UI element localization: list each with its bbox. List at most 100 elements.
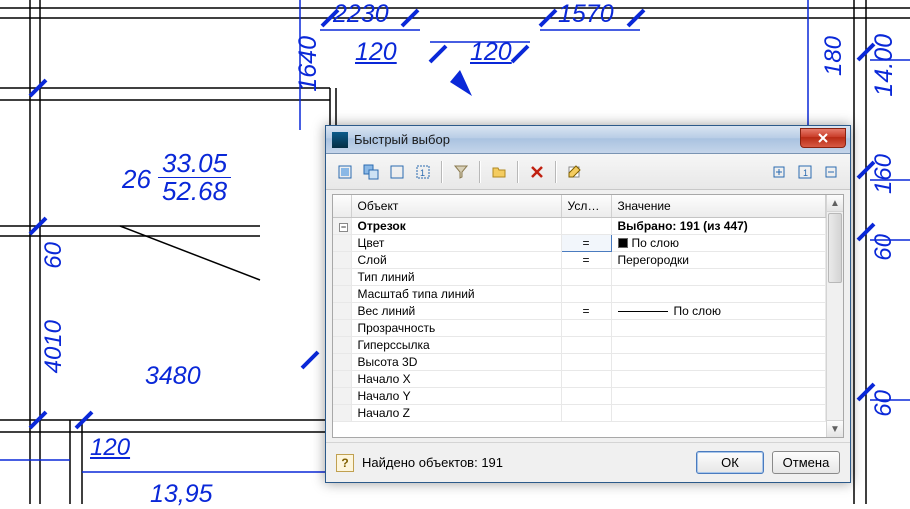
app-icon — [332, 132, 348, 148]
prop-label: Начало Z — [351, 404, 561, 421]
close-button[interactable] — [800, 128, 846, 148]
property-grid: Объект Услов... Значение − Отрезок Выбра… — [332, 194, 844, 438]
dim-26: 26 — [122, 164, 151, 195]
dim-2230: 2230 — [333, 0, 389, 29]
group-row[interactable]: − Отрезок Выбрано: 191 (из 447) — [333, 217, 826, 234]
prop-label: Начало X — [351, 370, 561, 387]
dim-120c: 120 — [90, 434, 130, 462]
close-icon — [817, 133, 829, 143]
dim-1400: 14.00 — [870, 34, 899, 97]
row-transparency[interactable]: Прозрачность — [333, 319, 826, 336]
select-none-button[interactable] — [386, 161, 408, 183]
dim-1570: 1570 — [558, 0, 614, 29]
column-headers: Объект Услов... Значение — [333, 195, 826, 217]
dim-1395: 13,95 — [150, 480, 213, 509]
svg-text:1: 1 — [803, 168, 808, 178]
row-start-x[interactable]: Начало X — [333, 370, 826, 387]
row-linetype[interactable]: Тип линий — [333, 268, 826, 285]
open-button[interactable] — [488, 161, 510, 183]
prop-label: Вес линий — [351, 302, 561, 319]
row-color[interactable]: Цвет = По слою — [333, 234, 826, 251]
row-layer[interactable]: Слой = Перегородки — [333, 251, 826, 268]
dim-4010: 4010 — [40, 320, 68, 373]
dim-120b: 120 — [470, 38, 512, 67]
value-cell[interactable] — [611, 319, 826, 336]
row-lineweight[interactable]: Вес линий = По слою — [333, 302, 826, 319]
value-cell[interactable] — [611, 404, 826, 421]
group-name: Отрезок — [351, 217, 561, 234]
col-value[interactable]: Значение — [611, 195, 826, 217]
value-cell[interactable] — [611, 353, 826, 370]
prop-label: Высота 3D — [351, 353, 561, 370]
cond-cell[interactable] — [561, 370, 611, 387]
scroll-thumb[interactable] — [828, 213, 842, 283]
prop-label: Масштаб типа линий — [351, 285, 561, 302]
select-all-button[interactable] — [360, 161, 382, 183]
cancel-button[interactable]: Отмена — [772, 451, 840, 474]
col-condition[interactable]: Услов... — [561, 195, 611, 217]
prop-label: Начало Y — [351, 387, 561, 404]
row-thickness[interactable]: Высота 3D — [333, 353, 826, 370]
dialog-footer: ? Найдено объектов: 191 ОК Отмена — [326, 442, 850, 482]
cond-cell[interactable] — [561, 336, 611, 353]
cond-cell[interactable]: = — [561, 302, 611, 319]
cond-cell[interactable] — [561, 404, 611, 421]
dim-60c: 60 — [870, 390, 898, 417]
cond-cell[interactable] — [561, 319, 611, 336]
prop-label: Слой — [351, 251, 561, 268]
vertical-scrollbar[interactable]: ▲ ▼ — [826, 195, 843, 437]
value-cell[interactable]: Перегородки — [611, 251, 826, 268]
cond-cell[interactable] — [561, 285, 611, 302]
scroll-up-icon[interactable]: ▲ — [827, 195, 843, 212]
edit-button[interactable] — [564, 161, 586, 183]
titlebar[interactable]: Быстрый выбор — [326, 126, 850, 154]
row-hyperlink[interactable]: Гиперссылка — [333, 336, 826, 353]
select-window-button[interactable]: 1 — [412, 161, 434, 183]
prop-label: Прозрачность — [351, 319, 561, 336]
filter-button[interactable] — [450, 161, 472, 183]
dim-1640: 1640 — [294, 36, 323, 92]
dim-180: 180 — [820, 36, 848, 76]
cond-cell[interactable] — [561, 353, 611, 370]
dim-160: 160 — [870, 154, 898, 194]
grid-1-button[interactable]: 1 — [794, 161, 816, 183]
dim-fraction: 33.0552.68 — [158, 150, 231, 206]
value-cell[interactable] — [611, 336, 826, 353]
value-cell[interactable] — [611, 268, 826, 285]
dim-120a: 120 — [355, 38, 397, 67]
pick-objects-button[interactable] — [334, 161, 356, 183]
value-cell[interactable] — [611, 387, 826, 404]
expand-all-button[interactable] — [768, 161, 790, 183]
prop-label: Тип линий — [351, 268, 561, 285]
cond-cell[interactable] — [561, 387, 611, 404]
dim-3480: 3480 — [145, 362, 201, 391]
lineweight-sample-icon — [618, 311, 668, 312]
row-start-z[interactable]: Начало Z — [333, 404, 826, 421]
dialog-title: Быстрый выбор — [354, 132, 450, 147]
ok-button[interactable]: ОК — [696, 451, 764, 474]
collapse-all-button[interactable] — [820, 161, 842, 183]
value-cell[interactable]: По слою — [611, 302, 826, 319]
delete-button[interactable] — [526, 161, 548, 183]
collapse-icon[interactable]: − — [339, 223, 348, 232]
dim-60a: 60 — [40, 242, 68, 269]
quick-select-dialog: Быстрый выбор 1 1 — [325, 125, 851, 483]
value-cell[interactable] — [611, 370, 826, 387]
cond-cell[interactable] — [561, 268, 611, 285]
row-start-y[interactable]: Начало Y — [333, 387, 826, 404]
toolbar: 1 1 — [326, 154, 850, 190]
prop-label: Цвет — [351, 234, 561, 251]
prop-label: Гиперссылка — [351, 336, 561, 353]
svg-text:1: 1 — [420, 168, 425, 178]
row-ltscale[interactable]: Масштаб типа линий — [333, 285, 826, 302]
value-cell[interactable]: По слою — [611, 234, 826, 251]
col-object[interactable]: Объект — [351, 195, 561, 217]
group-summary: Выбрано: 191 (из 447) — [611, 217, 826, 234]
cond-cell[interactable]: = — [561, 251, 611, 268]
value-cell[interactable] — [611, 285, 826, 302]
dim-60b: 60 — [870, 234, 898, 261]
cond-cell[interactable]: = — [561, 234, 611, 251]
status-text: Найдено объектов: 191 — [362, 455, 503, 470]
scroll-down-icon[interactable]: ▼ — [827, 420, 843, 437]
help-icon[interactable]: ? — [336, 454, 354, 472]
